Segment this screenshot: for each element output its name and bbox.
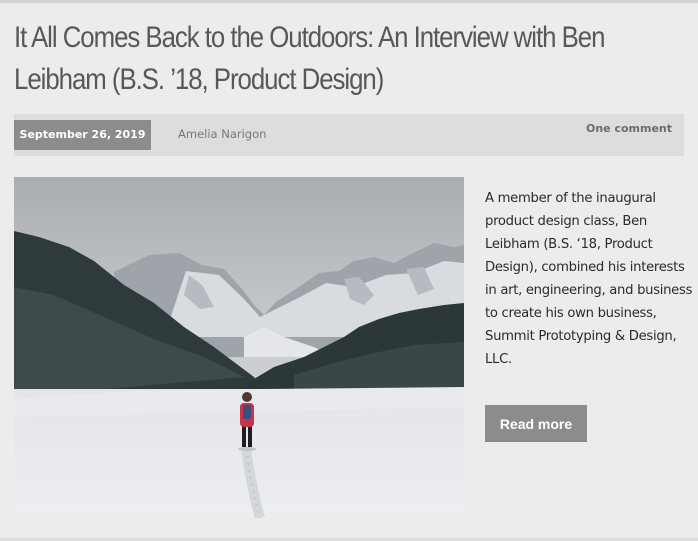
post-title[interactable]: It All Comes Back to the Outdoors: An In… [14, 17, 685, 101]
post-excerpt: A member of the inaugural product design… [485, 191, 693, 367]
read-more-button[interactable]: Read more [485, 405, 587, 442]
top-divider [0, 0, 698, 3]
post-date-badge: September 26, 2019 [14, 120, 151, 150]
post-meta-bar: September 26, 2019 Amelia Narigon One co… [14, 114, 684, 156]
post-author-link[interactable]: Amelia Narigon [178, 127, 266, 141]
comments-count-link[interactable]: One comment [586, 122, 672, 135]
featured-image[interactable] [14, 177, 464, 518]
